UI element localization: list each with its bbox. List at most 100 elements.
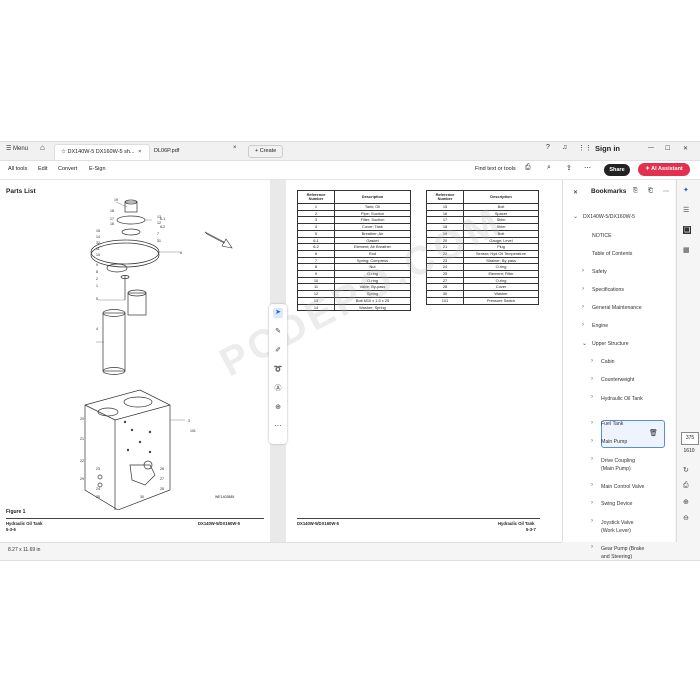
expand-chevron-icon[interactable]: › — [591, 438, 593, 444]
bookmark-item[interactable]: Upper Structure — [592, 341, 629, 347]
expand-chevron-icon[interactable]: › — [591, 358, 593, 364]
star-icon[interactable]: ☆ — [61, 149, 66, 155]
comment-icon[interactable]: ✎ — [273, 327, 283, 337]
maximize-icon[interactable]: ☐ — [665, 145, 670, 152]
find-tools-button[interactable]: Find text or tools — [475, 166, 516, 172]
bookmark-item[interactable]: Drive Coupling (Main Pump) — [601, 457, 647, 473]
part-callout: 4 — [96, 327, 98, 331]
zoom-out-icon[interactable]: ⊖ — [683, 514, 689, 522]
expand-chevron-icon[interactable]: › — [591, 482, 593, 488]
print-icon[interactable]: ⎙ — [525, 164, 531, 172]
more-tools-icon[interactable]: ⋯ — [273, 422, 283, 432]
ai-assistant-button[interactable]: ✦ AI Assistant — [638, 163, 690, 176]
home-icon[interactable]: ⌂ — [40, 143, 45, 152]
bookmark-item[interactable]: Engine — [592, 323, 608, 329]
thumbnails-icon[interactable]: ▦ — [683, 246, 690, 254]
bookmark-item[interactable]: Main Pump — [601, 439, 627, 445]
bookmark-item[interactable]: Cabin — [601, 359, 615, 365]
bookmark-item[interactable]: Gear Pump (Brake and Steering) — [601, 545, 647, 560]
select-cursor-icon[interactable]: ➤ — [273, 308, 283, 318]
close-panel-icon[interactable]: ✕ — [573, 189, 578, 196]
window-close-icon[interactable]: ✕ — [683, 145, 688, 152]
expand-chevron-icon[interactable]: › — [591, 544, 593, 550]
menu-button[interactable]: ☰ Menu — [6, 145, 28, 152]
expand-chevron-icon[interactable]: › — [582, 304, 584, 310]
bookmark-item[interactable]: NOTICE — [592, 233, 612, 239]
part-callout: 20 — [80, 417, 84, 421]
esign-button[interactable]: E-Sign — [89, 166, 106, 172]
convert-button[interactable]: Convert — [58, 166, 77, 172]
expand-chevron-icon[interactable]: › — [582, 286, 584, 292]
ref-number-cell: 3 — [297, 216, 335, 225]
close-tab-icon[interactable]: × — [233, 145, 237, 151]
bookmark-item[interactable]: Specifications — [592, 287, 624, 293]
help-icon[interactable]: ? — [546, 144, 550, 151]
table-header-desc: Description — [463, 190, 539, 204]
search-icon[interactable]: ⌕ — [547, 164, 551, 172]
expand-chevron-icon[interactable]: › — [591, 420, 593, 426]
bookmark-item[interactable]: DX140W-5/DX160W-5 — [583, 214, 635, 220]
expand-chevron-icon[interactable]: › — [582, 322, 584, 328]
bookmark-options-icon[interactable]: ⎗ — [648, 188, 653, 195]
bookmarks-icon[interactable]: ❑ — [683, 226, 692, 234]
bookmark-item[interactable]: General Maintenance — [592, 305, 642, 311]
sign-in-button[interactable]: Sign in — [595, 144, 620, 153]
bookmark-item[interactable]: Fuel Tank — [601, 421, 623, 427]
document-area[interactable]: Parts List 19 18 17 16 15 14 13 12 11 10… — [0, 180, 562, 542]
description-cell: Tank; Oil — [334, 203, 411, 211]
expand-chevron-icon[interactable]: › — [591, 500, 593, 506]
tab-dl06p[interactable]: DL06P.pdf — [148, 144, 185, 159]
part-callout: 14 — [96, 235, 100, 239]
part-callout: 15 — [96, 229, 100, 233]
part-callout: 22 — [80, 459, 84, 463]
refresh-icon[interactable]: ↻ — [683, 466, 689, 474]
delete-bookmark-icon[interactable]: 🗑 — [649, 429, 658, 437]
bookmark-item[interactable]: Hydraulic Oil Tank — [601, 395, 647, 403]
part-callout: 21 — [80, 437, 84, 441]
highlight-pen-icon[interactable]: ✐ — [273, 346, 283, 356]
collapse-chevron-icon[interactable]: ⌄ — [582, 340, 587, 347]
edit-button[interactable]: Edit — [38, 166, 47, 172]
collapse-chevron-icon[interactable]: ⌄ — [573, 213, 578, 220]
part-callout: 31 — [157, 239, 161, 243]
expand-chevron-icon[interactable]: › — [591, 456, 593, 462]
bookmark-item[interactable]: Joystick Valve (Work Lever) — [601, 519, 647, 535]
expand-chevron-icon[interactable]: › — [591, 394, 593, 400]
table-row: 101 Pressure Switch — [426, 296, 539, 305]
create-button[interactable]: + Create — [248, 145, 284, 158]
main-toolbar: All tools Edit Convert E-Sign Find text … — [0, 161, 700, 180]
bookmark-item[interactable]: Counterweight — [601, 377, 634, 383]
stamp-icon[interactable]: ⊕ — [273, 403, 283, 413]
bookmark-item[interactable]: Safety — [592, 269, 607, 275]
close-icon[interactable]: × — [138, 149, 141, 155]
share-button[interactable]: Share — [604, 164, 630, 176]
tab-dx140w[interactable]: ☆ DX140W-5 DX160W-5 sh... × — [54, 144, 150, 160]
more-options-icon[interactable]: ⋯ — [663, 188, 669, 195]
expand-chevron-icon[interactable]: › — [591, 518, 593, 524]
page-fit-icon[interactable]: ⎙ — [683, 482, 689, 490]
comments-icon[interactable]: ☰ — [683, 206, 689, 214]
all-tools-button[interactable]: All tools — [8, 166, 27, 172]
save-icon[interactable]: ⇪ — [566, 164, 572, 172]
more-icon[interactable]: ⋯ — [584, 164, 591, 172]
bookmark-item[interactable]: Main Control Valve — [601, 483, 647, 491]
part-callout: 30 — [140, 495, 144, 499]
bookmark-item[interactable]: Swing Device — [601, 501, 632, 507]
text-box-icon[interactable]: Ⓐ — [273, 384, 283, 394]
expand-chevron-icon[interactable]: › — [591, 376, 593, 382]
draw-loop-icon[interactable]: ➰ — [273, 365, 283, 375]
current-page-field[interactable]: 375 — [681, 432, 699, 445]
add-bookmark-icon[interactable]: ⎘ — [633, 188, 638, 195]
ref-number-cell: 9 — [297, 270, 335, 278]
ref-number-cell: 8 — [297, 263, 335, 272]
bookmark-item[interactable]: Table of Contents — [592, 251, 632, 257]
zoom-in-icon[interactable]: ⊕ — [683, 498, 689, 506]
bell-icon[interactable]: ♫ — [562, 144, 567, 151]
part-callout: 6-2 — [160, 225, 165, 229]
apps-icon[interactable]: ⋮⋮ — [578, 144, 592, 152]
ai-sparkle-icon[interactable]: ✦ — [683, 186, 689, 194]
expand-chevron-icon[interactable]: › — [582, 268, 584, 274]
table-header-ref: Reference Number — [426, 190, 464, 204]
minimize-icon[interactable]: — — [648, 145, 654, 151]
pdf-viewer-window: ☰ Menu ⌂ ☆ DX140W-5 DX160W-5 sh... × DL0… — [0, 141, 700, 561]
